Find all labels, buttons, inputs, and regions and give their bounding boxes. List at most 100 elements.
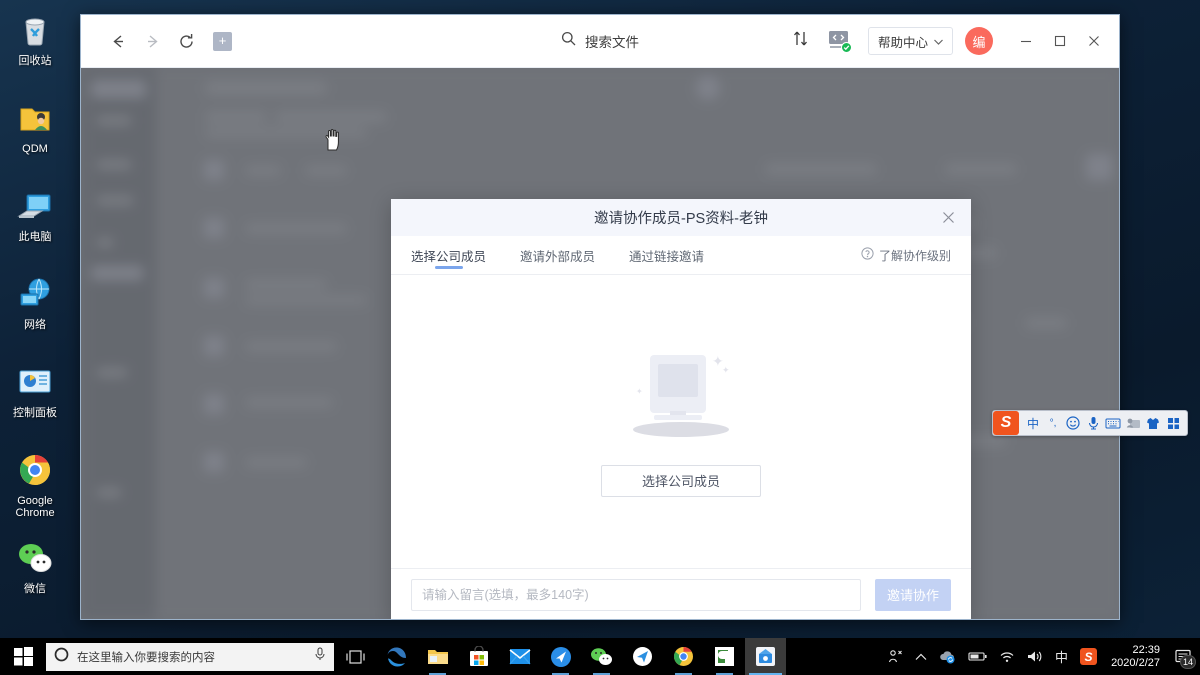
desktop-icon-network[interactable]: 网络 xyxy=(0,268,70,356)
desktop-icon-wechat[interactable]: 微信 xyxy=(0,532,70,620)
taskbar-app-file-explorer[interactable] xyxy=(417,638,458,675)
chinese-mode-icon[interactable]: 中 xyxy=(1024,413,1042,433)
taskbar-search-placeholder: 在这里输入你要搜索的内容 xyxy=(77,651,215,664)
search-icon xyxy=(561,31,576,51)
forward-button[interactable] xyxy=(137,26,167,56)
desktop-icon-label: 控制面板 xyxy=(13,407,57,419)
taskbar-app-qdm-disk[interactable] xyxy=(745,638,786,675)
network-icon xyxy=(15,274,55,314)
notification-count-badge: 14 xyxy=(1179,655,1196,669)
chrome-icon xyxy=(15,450,55,490)
toolbox-icon[interactable] xyxy=(1164,413,1182,433)
taskbar-app-blue-cloud[interactable] xyxy=(540,638,581,675)
select-company-member-button[interactable]: 选择公司成员 xyxy=(601,464,761,497)
system-tray: 中 S 22:39 2020/2/27 14 xyxy=(882,638,1200,675)
taskbar-clock[interactable]: 22:39 2020/2/27 xyxy=(1103,638,1168,675)
desktop-icon-label: Google Chrome xyxy=(15,495,55,519)
dialog-body: ✦ ✦ ✦ 选择公司成员 xyxy=(391,275,971,568)
user-card-icon[interactable] xyxy=(1124,413,1142,433)
this-pc-icon xyxy=(15,186,55,226)
windows-start-icon[interactable] xyxy=(0,638,46,675)
clock-time: 22:39 xyxy=(1132,643,1160,656)
search-input[interactable]: 搜索文件 xyxy=(561,31,639,51)
wifi-icon[interactable] xyxy=(993,638,1021,675)
status-online-badge xyxy=(840,42,852,53)
taskbar: 在这里输入你要搜索的内容 中 S 22:39 2020/2/27 14 xyxy=(0,638,1200,675)
arrow-right-icon xyxy=(144,33,161,50)
learn-collab-level-link[interactable]: 了解协作级别 xyxy=(861,247,951,264)
taskbar-app-wechat[interactable] xyxy=(581,638,622,675)
sort-icon xyxy=(792,30,809,52)
sogou-ime-icon[interactable]: S xyxy=(1074,638,1103,675)
desktop-icon-label: 微信 xyxy=(24,583,46,595)
cloud-sync-icon[interactable] xyxy=(933,638,962,675)
screen-share-button[interactable] xyxy=(822,24,856,58)
invite-collaborator-dialog: 邀请协作成员-PS资料-老钟 选择公司成员 邀请外部成员 通过链接邀请 了解协作… xyxy=(391,199,971,619)
desktop-icon-label: 网络 xyxy=(24,319,46,331)
sogou-ime-icon[interactable]: S xyxy=(993,411,1019,435)
punctuation-icon[interactable]: °, xyxy=(1044,413,1062,433)
taskbar-app-coding[interactable] xyxy=(704,638,745,675)
cortana-circle-icon xyxy=(54,647,69,667)
ime-chinese-icon[interactable]: 中 xyxy=(1049,638,1074,675)
toolbar-right-group: 帮助中心 编 xyxy=(784,24,1119,58)
desktop-icon-control-panel[interactable]: 控制面板 xyxy=(0,356,70,444)
refresh-button[interactable] xyxy=(171,26,201,56)
new-tab-button[interactable]: + xyxy=(213,31,232,51)
tab-select-company-member[interactable]: 选择公司成员 xyxy=(411,236,486,275)
desktop-icon-label: QDM xyxy=(22,143,48,155)
chevron-down-icon xyxy=(934,34,943,48)
help-center-label: 帮助中心 xyxy=(877,35,928,50)
taskbar-app-edge[interactable] xyxy=(376,638,417,675)
desktop-icon-this-pc[interactable]: 此电脑 xyxy=(0,180,70,268)
task-view-icon[interactable] xyxy=(334,638,376,675)
control-panel-icon xyxy=(15,362,55,402)
sidebar-blurred xyxy=(81,68,156,619)
sogou-ime-toolbar: S 中 °, xyxy=(992,410,1188,436)
person-share-icon[interactable] xyxy=(882,638,909,675)
minimize-button[interactable] xyxy=(1011,24,1041,58)
app-window: + 搜索文件 帮助中心 编 邀请协作成员-PS资料-老钟 选择公司成员 邀请外部… xyxy=(80,14,1120,620)
app-toolbar: + 搜索文件 帮助中心 编 xyxy=(81,15,1119,68)
folder-user-icon xyxy=(15,98,55,138)
battery-icon[interactable] xyxy=(962,638,993,675)
taskbar-app-mail[interactable] xyxy=(499,638,540,675)
question-circle-icon xyxy=(861,247,874,263)
help-center-dropdown[interactable]: 帮助中心 xyxy=(867,27,953,55)
tab-invite-external-member[interactable]: 邀请外部成员 xyxy=(520,236,595,275)
emoji-icon[interactable] xyxy=(1064,413,1082,433)
clock-date: 2020/2/27 xyxy=(1111,656,1160,669)
action-center-icon[interactable]: 14 xyxy=(1168,638,1198,675)
back-button[interactable] xyxy=(103,26,133,56)
recycle-bin-icon xyxy=(15,10,55,50)
skin-icon[interactable] xyxy=(1144,413,1162,433)
desktop-icon-chrome[interactable]: Google Chrome xyxy=(0,444,70,532)
taskbar-app-microsoft-store[interactable] xyxy=(458,638,499,675)
microphone-icon[interactable] xyxy=(1084,413,1102,433)
empty-monitor-illustration: ✦ ✦ ✦ xyxy=(626,347,736,439)
app-content-dimmed: 邀请协作成员-PS资料-老钟 选择公司成员 邀请外部成员 通过链接邀请 了解协作… xyxy=(81,68,1119,619)
tab-invite-by-link[interactable]: 通过链接邀请 xyxy=(629,236,704,275)
soft-keyboard-icon[interactable] xyxy=(1104,413,1122,433)
desktop-icon-recycle-bin[interactable]: 回收站 xyxy=(0,4,70,92)
message-input[interactable] xyxy=(411,578,861,611)
invite-submit-button[interactable]: 邀请协作 xyxy=(875,578,951,611)
sort-button[interactable] xyxy=(784,24,818,58)
close-icon[interactable] xyxy=(938,208,958,228)
chevron-up-icon[interactable] xyxy=(909,638,933,675)
desktop-icon-label: 此电脑 xyxy=(18,231,52,243)
close-button[interactable] xyxy=(1079,24,1109,58)
desktop-icon-area: 回收站 QDM 此电脑 网络 控制面板 Google Chrome 微信 xyxy=(0,4,70,620)
refresh-icon xyxy=(178,33,195,50)
avatar[interactable]: 编 xyxy=(965,27,993,55)
taskbar-search-input[interactable]: 在这里输入你要搜索的内容 xyxy=(46,642,334,671)
taskbar-app-telegram[interactable] xyxy=(622,638,663,675)
microphone-icon[interactable] xyxy=(314,647,326,666)
learn-collab-level-label: 了解协作级别 xyxy=(878,248,951,263)
page-title: 邀请协作成员-PS资料-老钟 xyxy=(594,211,768,227)
volume-icon[interactable] xyxy=(1021,638,1049,675)
taskbar-app-chrome[interactable] xyxy=(663,638,704,675)
search-placeholder-text: 搜索文件 xyxy=(585,35,639,50)
desktop-icon-qdm[interactable]: QDM xyxy=(0,92,70,180)
maximize-button[interactable] xyxy=(1045,24,1075,58)
